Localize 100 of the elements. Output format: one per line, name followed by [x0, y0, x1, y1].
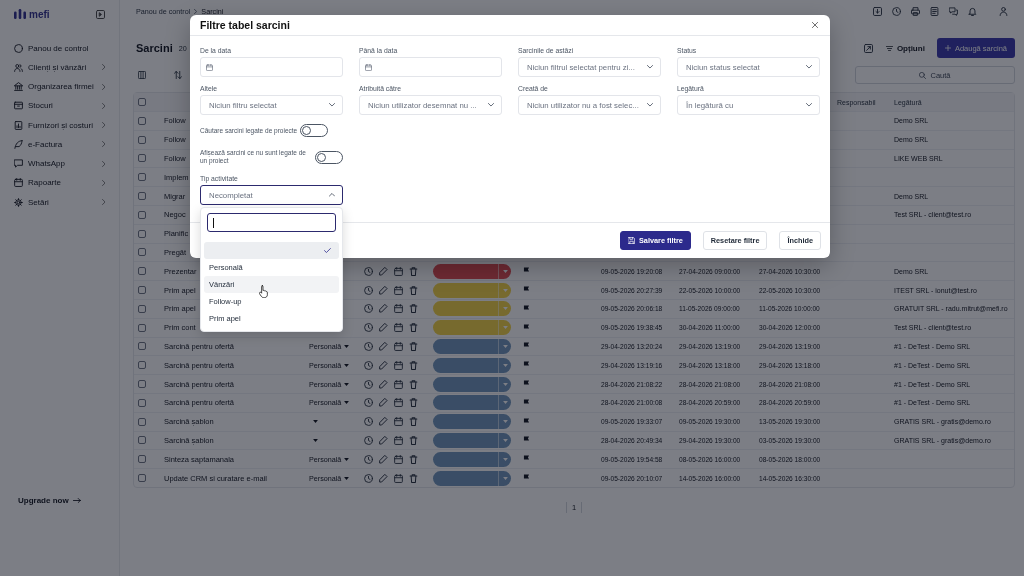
- row-checkbox[interactable]: [138, 398, 146, 407]
- chat-icon[interactable]: [949, 6, 958, 16]
- calendar-icon[interactable]: [394, 304, 403, 314]
- clock-icon[interactable]: [364, 473, 373, 483]
- status-dropdown[interactable]: [433, 263, 511, 279]
- header-checkbox[interactable]: [138, 98, 146, 106]
- toggle-switch[interactable]: [315, 150, 343, 164]
- clock-icon[interactable]: [364, 266, 373, 276]
- chat-icon: [14, 159, 23, 169]
- bell-icon[interactable]: [968, 6, 977, 16]
- nav-item[interactable]: Organizarea firmei: [14, 77, 111, 97]
- row-checkbox[interactable]: [138, 417, 146, 426]
- clock-icon[interactable]: [364, 398, 373, 408]
- upgrade-link[interactable]: Upgrade now: [18, 496, 81, 505]
- status-dropdown[interactable]: [433, 451, 511, 467]
- trash-icon[interactable]: [409, 266, 418, 276]
- trash-icon[interactable]: [409, 323, 418, 333]
- status-dropdown[interactable]: [433, 470, 511, 486]
- trash-icon[interactable]: [409, 360, 418, 370]
- nav-item[interactable]: WhatsApp: [14, 154, 111, 174]
- caret-icon[interactable]: [313, 438, 318, 442]
- trash-icon[interactable]: [409, 435, 418, 445]
- calendar-icon[interactable]: [394, 473, 403, 483]
- row-checkbox[interactable]: [138, 248, 146, 257]
- row-checkbox[interactable]: [138, 154, 146, 163]
- printer-icon[interactable]: [911, 6, 920, 16]
- row-checkbox[interactable]: [138, 267, 146, 276]
- row-checkbox[interactable]: [138, 286, 146, 295]
- clock-icon[interactable]: [364, 417, 373, 427]
- status-dropdown[interactable]: [433, 414, 511, 430]
- user-icon[interactable]: [999, 6, 1008, 16]
- caret-icon[interactable]: [313, 420, 318, 424]
- clock-icon[interactable]: [364, 379, 373, 389]
- options-button[interactable]: Opțiuni: [885, 43, 925, 53]
- clock-icon[interactable]: [364, 304, 373, 314]
- status-dropdown[interactable]: [433, 395, 511, 411]
- calendar-icon[interactable]: [394, 360, 403, 370]
- calendar-icon[interactable]: [394, 454, 403, 464]
- calendar-icon[interactable]: [394, 398, 403, 408]
- status-dropdown[interactable]: [433, 432, 511, 448]
- row-checkbox[interactable]: [138, 210, 146, 219]
- trash-icon[interactable]: [409, 417, 418, 427]
- row-checkbox[interactable]: [138, 361, 146, 370]
- clock-icon[interactable]: [364, 285, 373, 295]
- people-icon: [14, 62, 23, 72]
- trash-icon[interactable]: [409, 285, 418, 295]
- row-checkbox[interactable]: [138, 455, 146, 464]
- trash-icon[interactable]: [409, 379, 418, 389]
- clock-icon[interactable]: [364, 360, 373, 370]
- row-checkbox[interactable]: [138, 323, 146, 332]
- date-field[interactable]: [200, 57, 343, 77]
- row-checkbox[interactable]: [138, 304, 146, 313]
- columns-icon[interactable]: [138, 71, 146, 79]
- trash-icon[interactable]: [409, 304, 418, 314]
- nav-item[interactable]: Furnizori și costuri: [14, 115, 111, 135]
- nav-item[interactable]: Stocuri: [14, 96, 111, 116]
- row-checkbox[interactable]: [138, 474, 146, 483]
- search-field[interactable]: [207, 213, 336, 232]
- row-checkbox[interactable]: [138, 342, 146, 351]
- trash-icon[interactable]: [409, 454, 418, 464]
- sort-icon[interactable]: [174, 71, 182, 79]
- trash-icon[interactable]: [409, 398, 418, 408]
- download-icon[interactable]: [873, 6, 882, 16]
- close-icon[interactable]: [812, 22, 818, 28]
- document-icon[interactable]: [930, 6, 939, 16]
- toggle-switch[interactable]: [300, 124, 329, 137]
- calendar-icon: [206, 63, 213, 71]
- calendar-icon[interactable]: [394, 435, 403, 445]
- nav-item[interactable]: Rapoarte: [14, 173, 111, 193]
- calendar-icon[interactable]: [394, 341, 403, 351]
- clock-icon[interactable]: [364, 435, 373, 445]
- calendar-icon[interactable]: [394, 417, 403, 427]
- clock-icon[interactable]: [364, 454, 373, 464]
- calendar-icon[interactable]: [394, 379, 403, 389]
- row-checkbox[interactable]: [138, 229, 146, 238]
- status-dropdown[interactable]: [433, 376, 511, 392]
- sidebar-toggle-icon[interactable]: [96, 9, 105, 19]
- clock-icon[interactable]: [364, 323, 373, 333]
- expand-icon[interactable]: [863, 43, 873, 53]
- nav-item[interactable]: Clienți și vânzări: [14, 57, 111, 77]
- row-checkbox[interactable]: [138, 192, 146, 201]
- status-dropdown[interactable]: [433, 357, 511, 373]
- nav-item[interactable]: Panou de control: [14, 38, 111, 58]
- row-checkbox[interactable]: [138, 135, 146, 144]
- row-checkbox[interactable]: [138, 173, 146, 182]
- calendar-icon[interactable]: [394, 266, 403, 276]
- clock-icon[interactable]: [364, 341, 373, 351]
- row-checkbox[interactable]: [138, 116, 146, 125]
- row-checkbox[interactable]: [138, 436, 146, 445]
- trash-icon[interactable]: [409, 473, 418, 483]
- trash-icon[interactable]: [409, 341, 418, 351]
- nav-item[interactable]: Setări: [14, 192, 111, 212]
- clock-icon[interactable]: [892, 6, 901, 16]
- calendar-icon[interactable]: [394, 323, 403, 333]
- row-checkbox[interactable]: [138, 380, 146, 389]
- nav-item[interactable]: e-Factura: [14, 134, 111, 154]
- calendar-icon[interactable]: [394, 285, 403, 295]
- date-field[interactable]: [359, 57, 502, 77]
- status-dropdown[interactable]: [433, 338, 511, 354]
- brand-name: mefi: [29, 8, 50, 20]
